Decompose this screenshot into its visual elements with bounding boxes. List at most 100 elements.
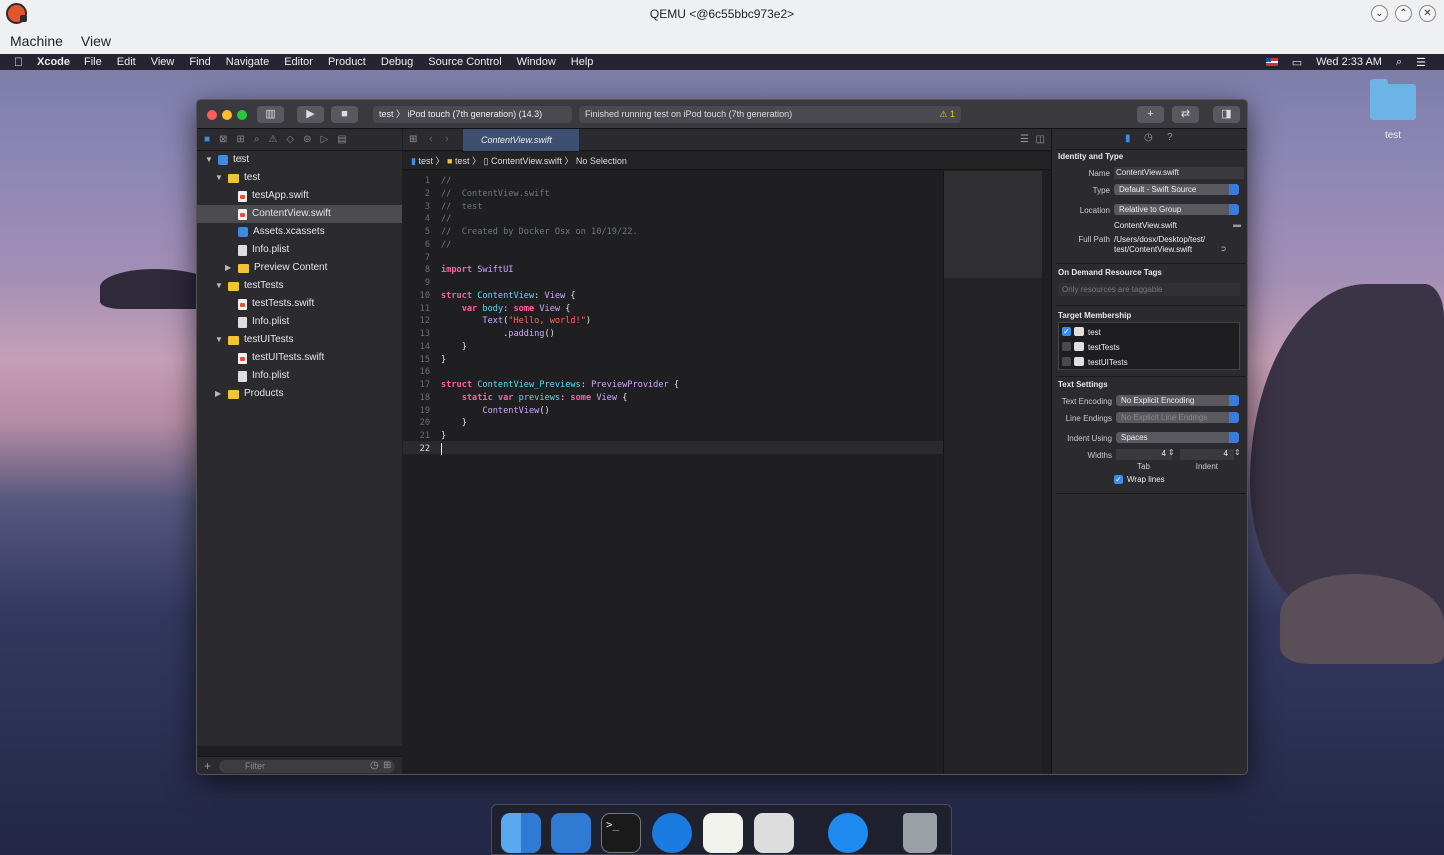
recent-files-icon[interactable]: ◷: [370, 760, 379, 771]
finder-icon[interactable]: [501, 813, 541, 853]
indent-width-stepper[interactable]: ⇕: [1234, 448, 1241, 457]
menu-view[interactable]: View: [151, 56, 175, 68]
code-line[interactable]: }: [441, 430, 446, 443]
us-flag-icon[interactable]: [1265, 58, 1278, 66]
debug-navigator-icon[interactable]: ⊜: [303, 134, 311, 145]
jumpbar-project[interactable]: test: [418, 156, 433, 166]
target-checkbox[interactable]: [1062, 357, 1071, 366]
code-line[interactable]: Text("Hello, world!"): [441, 315, 591, 328]
screenshot-icon[interactable]: [754, 813, 794, 853]
navigator-item[interactable]: ▼ testTests: [197, 277, 283, 295]
navigator-item[interactable]: ▼ testUITests: [197, 331, 293, 349]
navigator-item[interactable]: ▶ Preview Content: [197, 259, 327, 277]
code-line[interactable]: // ContentView.swift: [441, 188, 550, 201]
code-line[interactable]: }: [441, 417, 467, 430]
clock[interactable]: Wed 2:33 AM: [1316, 56, 1382, 68]
navigator-item[interactable]: ▼ test?: [197, 151, 249, 169]
disclosure-open-icon[interactable]: ▼: [215, 169, 223, 187]
maximize-button[interactable]: ⌃: [1395, 5, 1412, 22]
symbol-navigator-icon[interactable]: ⊞: [236, 134, 244, 145]
code-line[interactable]: }: [441, 341, 467, 354]
spotlight-search-icon[interactable]: ⌕: [1396, 56, 1402, 69]
window-minimize-button[interactable]: [222, 110, 232, 120]
qemu-menu-machine[interactable]: Machine: [10, 33, 63, 49]
help-inspector-icon[interactable]: ?: [1167, 132, 1173, 143]
code-line[interactable]: struct ContentView_Previews: PreviewProv…: [441, 379, 679, 392]
xcode-icon[interactable]: [551, 813, 591, 853]
code-line[interactable]: ContentView(): [441, 405, 549, 418]
trash-icon[interactable]: [903, 813, 937, 853]
disclosure-closed-icon[interactable]: ▶: [225, 259, 233, 277]
tab-width-field[interactable]: 4: [1116, 449, 1172, 460]
code-line[interactable]: //: [441, 239, 451, 252]
reveal-in-finder-icon[interactable]: ➲: [1220, 244, 1227, 253]
disclosure-open-icon[interactable]: ▼: [215, 331, 223, 349]
source-control-navigator-icon[interactable]: ⊠: [219, 134, 227, 145]
qemu-menu-view[interactable]: View: [81, 33, 111, 49]
navigator-item[interactable]: testTests.swift: [197, 295, 314, 313]
library-add-button[interactable]: +: [1137, 106, 1164, 123]
disclosure-open-icon[interactable]: ▼: [215, 277, 223, 295]
menu-edit[interactable]: Edit: [117, 56, 136, 68]
target-checkbox[interactable]: [1062, 342, 1071, 351]
control-center-icon[interactable]: ☰: [1416, 56, 1426, 69]
code-review-button[interactable]: ⇄: [1172, 106, 1199, 123]
code-line[interactable]: .padding(): [441, 328, 555, 341]
navigator-item[interactable]: testUITests.swift: [197, 349, 324, 367]
issue-navigator-icon[interactable]: ⚠: [268, 134, 277, 145]
desktop-folder-icon[interactable]: [1370, 79, 1416, 120]
safari-icon[interactable]: [652, 813, 692, 853]
menu-product[interactable]: Product: [328, 56, 366, 68]
test-navigator-icon[interactable]: ◇: [286, 134, 294, 145]
stop-button[interactable]: ■: [331, 106, 358, 123]
close-button[interactable]: ✕: [1419, 5, 1436, 22]
code-line[interactable]: var body: some View {: [441, 303, 571, 316]
code-line[interactable]: static var previews: some View {: [441, 392, 628, 405]
menu-navigate[interactable]: Navigate: [226, 56, 269, 68]
navigator-filter-input[interactable]: Filter: [219, 760, 395, 773]
window-zoom-button[interactable]: [237, 110, 247, 120]
wrap-lines-checkbox[interactable]: ✓: [1114, 475, 1123, 484]
forward-icon[interactable]: ›: [445, 133, 449, 145]
menu-file[interactable]: File: [84, 56, 102, 68]
navigator-item[interactable]: Info.plist: [197, 367, 289, 385]
indent-using-popup[interactable]: Spaces: [1116, 432, 1239, 443]
type-popup[interactable]: Default - Swift Source: [1114, 184, 1239, 195]
textedit-icon[interactable]: [703, 813, 743, 853]
indent-width-field[interactable]: 4: [1180, 449, 1234, 460]
code-line[interactable]: struct ContentView: View {: [441, 290, 576, 303]
minimap[interactable]: [943, 171, 1042, 774]
app-store-icon[interactable]: [828, 813, 868, 853]
terminal-icon[interactable]: >_: [601, 813, 641, 853]
navigator-item[interactable]: Info.plist: [197, 241, 289, 259]
navigator-item[interactable]: ContentView.swift: [197, 205, 402, 223]
menu-source-control[interactable]: Source Control: [428, 56, 501, 68]
disclosure-closed-icon[interactable]: ▶: [215, 385, 223, 403]
menu-app-xcode[interactable]: Xcode: [37, 56, 70, 68]
file-inspector-icon[interactable]: ▮: [1125, 133, 1131, 144]
scm-filter-icon[interactable]: ⊞: [383, 760, 391, 771]
navigator-toggle-icon[interactable]: ▥: [257, 106, 284, 123]
menu-help[interactable]: Help: [571, 56, 594, 68]
navigator-item[interactable]: Assets.xcassets: [197, 223, 325, 241]
target-checkbox[interactable]: ✓: [1062, 327, 1071, 336]
line-endings-popup[interactable]: No Explicit Line Endings: [1116, 412, 1239, 423]
choose-folder-icon[interactable]: ▬: [1233, 220, 1241, 229]
related-items-icon[interactable]: ⊞: [409, 134, 417, 145]
code-line[interactable]: //: [441, 213, 451, 226]
report-navigator-icon[interactable]: ▤: [337, 134, 346, 145]
run-button[interactable]: ▶: [297, 106, 324, 123]
minimap-visible-region[interactable]: [944, 171, 1042, 278]
history-inspector-icon[interactable]: ◷: [1144, 132, 1153, 143]
find-navigator-icon[interactable]: ⌕: [254, 134, 260, 145]
source-editor[interactable]: 1 2 3 4 5 6 7 8 9 10 11 12 13 14 15 16 17 18 19 20 21 22 ////…: [403, 171, 943, 774]
jumpbar-file[interactable]: ContentView.swift: [491, 156, 562, 166]
warning-count[interactable]: ⚠ 1: [939, 106, 955, 123]
location-popup[interactable]: Relative to Group: [1114, 204, 1239, 215]
menu-find[interactable]: Find: [189, 56, 210, 68]
code-line[interactable]: }: [441, 354, 446, 367]
window-close-button[interactable]: [207, 110, 217, 120]
jumpbar-selection[interactable]: No Selection: [576, 156, 627, 166]
tab-width-stepper[interactable]: ⇕: [1168, 448, 1175, 457]
menu-debug[interactable]: Debug: [381, 56, 413, 68]
